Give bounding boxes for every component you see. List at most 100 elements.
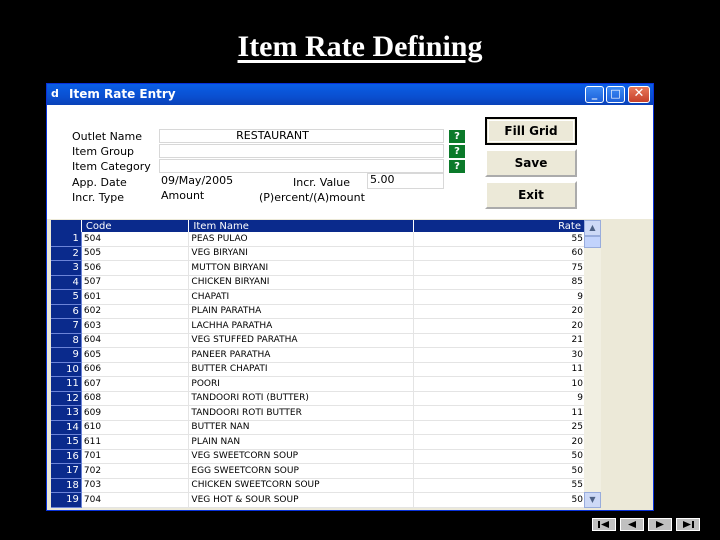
item-rate-cell[interactable]: 21 <box>413 333 586 348</box>
item-code-cell[interactable]: 609 <box>81 405 190 421</box>
item-code-cell[interactable]: 507 <box>81 275 190 290</box>
item-name-cell[interactable]: PANEER PARATHA <box>188 347 414 363</box>
item-category-field[interactable] <box>159 159 444 173</box>
item-code-cell[interactable]: 504 <box>81 232 190 247</box>
item-name-cell[interactable]: TANDOORI ROTI BUTTER <box>188 405 414 421</box>
item-rate-cell[interactable]: 20 <box>413 318 586 334</box>
item-name-cell[interactable]: LACHHA PARATHA <box>188 318 414 334</box>
header-rate[interactable]: Rate <box>413 220 586 232</box>
item-rate-cell[interactable]: 55 <box>413 478 586 493</box>
table-row[interactable]: 5 601 CHAPATI 9 <box>51 289 586 305</box>
item-code-cell[interactable]: 602 <box>81 304 190 319</box>
item-code-cell[interactable]: 605 <box>81 347 190 363</box>
item-code-cell[interactable]: 701 <box>81 449 190 464</box>
item-name-cell[interactable]: CHICKEN BIRYANI <box>188 275 414 290</box>
window-titlebar[interactable]: d Item Rate Entry _ □ ✕ <box>47 84 653 105</box>
scroll-down-icon[interactable]: ▼ <box>584 492 601 508</box>
item-rate-cell[interactable]: 50 <box>413 492 586 508</box>
table-row[interactable]: 11 607 POORI 10 <box>51 376 586 392</box>
item-code-cell[interactable]: 603 <box>81 318 190 334</box>
table-row[interactable]: 10 606 BUTTER CHAPATI 11 <box>51 362 586 377</box>
table-row[interactable]: 9 605 PANEER PARATHA 30 <box>51 347 586 363</box>
item-code-cell[interactable]: 704 <box>81 492 190 508</box>
category-lookup-icon[interactable]: ? <box>449 160 465 173</box>
table-row[interactable]: 6 602 PLAIN PARATHA 20 <box>51 304 586 319</box>
item-rate-cell[interactable]: 20 <box>413 304 586 319</box>
table-row[interactable]: 4 507 CHICKEN BIRYANI 85 <box>51 275 586 290</box>
item-code-cell[interactable]: 611 <box>81 434 190 450</box>
table-row[interactable]: 3 506 MUTTON BIRYANI 75 <box>51 260 586 276</box>
item-rate-cell[interactable]: 50 <box>413 449 586 464</box>
item-code-cell[interactable]: 505 <box>81 246 190 261</box>
item-code-cell[interactable]: 703 <box>81 478 190 493</box>
item-rate-cell[interactable]: 10 <box>413 376 586 392</box>
table-row[interactable]: 8 604 VEG STUFFED PARATHA 21 <box>51 333 586 348</box>
scroll-up-icon[interactable]: ▲ <box>584 220 601 236</box>
table-row[interactable]: 18 703 CHICKEN SWEETCORN SOUP 55 <box>51 478 586 493</box>
item-rate-cell[interactable]: 75 <box>413 260 586 276</box>
item-name-cell[interactable]: PLAIN NAN <box>188 434 414 450</box>
item-name-cell[interactable]: VEG SWEETCORN SOUP <box>188 449 414 464</box>
item-code-cell[interactable]: 604 <box>81 333 190 348</box>
table-row[interactable]: 1 504 PEAS PULAO 55 <box>51 232 586 247</box>
maximize-button[interactable]: □ <box>606 86 625 103</box>
item-rate-cell[interactable]: 25 <box>413 420 586 435</box>
item-name-cell[interactable]: VEG HOT & SOUR SOUP <box>188 492 414 508</box>
table-row[interactable]: 19 704 VEG HOT & SOUR SOUP 50 <box>51 492 586 508</box>
next-icon[interactable] <box>648 518 672 531</box>
prev-icon[interactable] <box>620 518 644 531</box>
grid-scrollbar[interactable]: ▲ ▼ <box>584 220 601 508</box>
item-rate-grid[interactable]: Code Item Name Rate 1 504 PEAS PULAO 55 2 505… <box>51 220 586 508</box>
group-lookup-icon[interactable]: ? <box>449 145 465 158</box>
table-row[interactable]: 7 603 LACHHA PARATHA 20 <box>51 318 586 334</box>
item-name-cell[interactable]: POORI <box>188 376 414 392</box>
item-code-cell[interactable]: 607 <box>81 376 190 392</box>
header-item-name[interactable]: Item Name <box>188 220 414 232</box>
item-name-cell[interactable]: MUTTON BIRYANI <box>188 260 414 276</box>
fill-grid-button[interactable]: Fill Grid <box>485 117 577 145</box>
incr-value-field[interactable]: 5.00 <box>367 173 444 189</box>
item-name-cell[interactable]: PLAIN PARATHA <box>188 304 414 319</box>
save-button[interactable]: Save <box>485 149 577 177</box>
scroll-thumb[interactable] <box>584 236 601 248</box>
item-rate-cell[interactable]: 50 <box>413 463 586 479</box>
item-rate-cell[interactable]: 9 <box>413 391 586 406</box>
item-rate-cell[interactable]: 11 <box>413 362 586 377</box>
item-rate-cell[interactable]: 20 <box>413 434 586 450</box>
item-code-cell[interactable]: 506 <box>81 260 190 276</box>
item-name-cell[interactable]: BUTTER NAN <box>188 420 414 435</box>
item-code-cell[interactable]: 610 <box>81 420 190 435</box>
item-name-cell[interactable]: CHAPATI <box>188 289 414 305</box>
minimize-button[interactable]: _ <box>585 86 604 103</box>
item-rate-cell[interactable]: 11 <box>413 405 586 421</box>
last-icon[interactable] <box>676 518 700 531</box>
table-row[interactable]: 14 610 BUTTER NAN 25 <box>51 420 586 435</box>
table-row[interactable]: 13 609 TANDOORI ROTI BUTTER 11 <box>51 405 586 421</box>
item-name-cell[interactable]: TANDOORI ROTI (BUTTER) <box>188 391 414 406</box>
item-code-cell[interactable]: 601 <box>81 289 190 305</box>
item-code-cell[interactable]: 606 <box>81 362 190 377</box>
item-name-cell[interactable]: BUTTER CHAPATI <box>188 362 414 377</box>
header-code[interactable]: Code <box>81 220 190 232</box>
item-rate-cell[interactable]: 60 <box>413 246 586 261</box>
outlet-name-field[interactable]: RESTAURANT <box>159 129 444 143</box>
app-date-field[interactable]: 09/May/2005 <box>159 175 254 189</box>
table-row[interactable]: 2 505 VEG BIRYANI 60 <box>51 246 586 261</box>
item-name-cell[interactable]: CHICKEN SWEETCORN SOUP <box>188 478 414 493</box>
table-row[interactable]: 16 701 VEG SWEETCORN SOUP 50 <box>51 449 586 464</box>
outlet-lookup-icon[interactable]: ? <box>449 130 465 143</box>
table-row[interactable]: 17 702 EGG SWEETCORN SOUP 50 <box>51 463 586 479</box>
first-icon[interactable] <box>592 518 616 531</box>
item-code-cell[interactable]: 608 <box>81 391 190 406</box>
item-rate-cell[interactable]: 30 <box>413 347 586 363</box>
item-code-cell[interactable]: 702 <box>81 463 190 479</box>
item-rate-cell[interactable]: 9 <box>413 289 586 305</box>
item-name-cell[interactable]: VEG BIRYANI <box>188 246 414 261</box>
exit-button[interactable]: Exit <box>485 181 577 209</box>
close-button[interactable]: ✕ <box>628 86 650 103</box>
item-name-cell[interactable]: VEG STUFFED PARATHA <box>188 333 414 348</box>
item-name-cell[interactable]: PEAS PULAO <box>188 232 414 247</box>
item-group-field[interactable] <box>159 144 444 158</box>
incr-type-field[interactable]: Amount <box>159 190 254 204</box>
table-row[interactable]: 15 611 PLAIN NAN 20 <box>51 434 586 450</box>
